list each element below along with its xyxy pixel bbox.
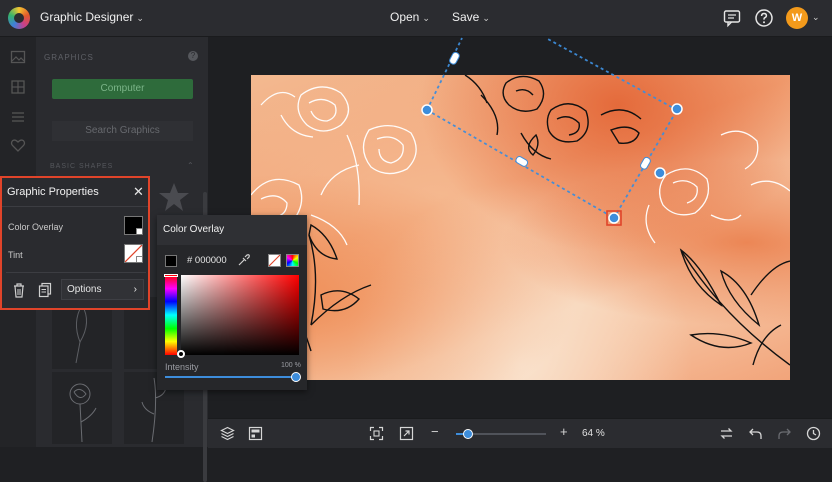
help-icon[interactable] [754, 8, 774, 28]
chevron-down-icon: ⌄ [136, 13, 144, 23]
color-overlay-popover: Color Overlay # 000000 Intensity 100 % [157, 215, 307, 390]
graphic-thumbnail[interactable] [52, 372, 112, 444]
save-label: Save [452, 10, 480, 24]
save-menu-button[interactable]: Save ⌄ [452, 10, 490, 24]
top-bar: Graphic Designer ⌄ Open ⌄ Save ⌄ W ⌄ [0, 0, 832, 37]
computer-upload-button[interactable]: Computer [52, 79, 193, 99]
no-color-button[interactable] [268, 254, 281, 267]
intensity-slider-knob[interactable] [291, 372, 301, 382]
color-overlay-swatch[interactable] [124, 216, 143, 235]
app-switcher[interactable]: Graphic Designer ⌄ [40, 10, 144, 24]
zoom-slider-knob[interactable] [463, 429, 473, 439]
hex-input[interactable]: # 000000 [187, 255, 227, 266]
template-icon[interactable] [248, 426, 263, 441]
close-icon[interactable]: ✕ [133, 184, 144, 200]
history-icon[interactable] [806, 426, 821, 441]
tint-swatch[interactable] [124, 244, 143, 263]
floral-line-art [251, 75, 790, 366]
color-picker: # 000000 Intensity 100 % [157, 245, 307, 390]
chevron-down-icon[interactable]: ⌄ [812, 12, 820, 23]
no-color-icon [269, 255, 280, 266]
search-graphics-button[interactable]: Search Graphics [52, 121, 193, 141]
open-menu-button[interactable]: Open ⌄ [390, 10, 430, 24]
zoom-out-button[interactable]: − [431, 424, 439, 439]
layers-icon[interactable] [220, 426, 235, 441]
swatch-corner-icon [136, 228, 142, 234]
chevron-up-icon[interactable]: ⌃ [187, 161, 194, 170]
trash-icon[interactable] [12, 282, 26, 298]
current-color-swatch[interactable] [165, 255, 177, 267]
tint-label: Tint [8, 250, 23, 260]
saturation-value-area[interactable] [181, 275, 299, 355]
color-overlay-title: Color Overlay [163, 224, 225, 235]
divider [6, 272, 146, 273]
intensity-slider[interactable] [165, 376, 297, 378]
sliders-icon[interactable] [10, 109, 26, 125]
chevron-down-icon: ⌄ [422, 13, 430, 23]
star-shape-icon[interactable] [158, 181, 190, 213]
expand-icon[interactable] [399, 426, 414, 441]
basic-shapes-heading: BASIC SHAPES [50, 163, 114, 170]
heart-icon[interactable] [10, 137, 26, 153]
design-artboard[interactable] [251, 75, 790, 380]
zoom-slider[interactable] [456, 429, 546, 439]
options-label: Options [67, 284, 102, 295]
color-palette-icon[interactable] [286, 254, 299, 267]
hue-slider-knob[interactable] [164, 274, 178, 277]
chevron-right-icon: › [133, 284, 137, 295]
feedback-icon[interactable] [722, 8, 742, 28]
image-icon[interactable] [10, 49, 26, 65]
eyedropper-icon[interactable] [237, 254, 250, 267]
color-overlay-label: Color Overlay [8, 222, 64, 232]
undo-icon[interactable] [748, 426, 763, 441]
zoom-level: 64 % [582, 428, 605, 439]
chevron-down-icon: ⌄ [482, 13, 490, 23]
zoom-in-button[interactable]: + [560, 424, 568, 439]
open-label: Open [390, 10, 420, 24]
fit-screen-icon[interactable] [369, 426, 384, 441]
panel-title: GRAPHICS [44, 53, 94, 62]
app-title: Graphic Designer [40, 10, 134, 24]
redo-icon[interactable] [777, 426, 792, 441]
intensity-label: Intensity [165, 362, 199, 372]
swatch-corner-icon [136, 256, 142, 262]
divider [2, 206, 148, 207]
color-picker-knob[interactable] [177, 350, 185, 358]
graphic-properties-panel: Graphic Properties ✕ Color Overlay Tint … [0, 176, 150, 310]
graphic-properties-title: Graphic Properties [7, 186, 99, 198]
grid-icon[interactable] [10, 79, 26, 95]
swap-icon[interactable] [719, 426, 734, 441]
intensity-value: 100 % [281, 362, 301, 369]
help-icon[interactable]: ? [188, 51, 198, 61]
bottom-toolbar: − + 64 % [208, 418, 832, 448]
app-logo-icon[interactable] [8, 7, 30, 29]
duplicate-icon[interactable] [38, 282, 52, 298]
options-button[interactable]: Options › [61, 279, 144, 300]
flower-graphic-icon [69, 383, 97, 443]
hue-slider[interactable] [165, 275, 177, 355]
avatar[interactable]: W [786, 7, 808, 29]
